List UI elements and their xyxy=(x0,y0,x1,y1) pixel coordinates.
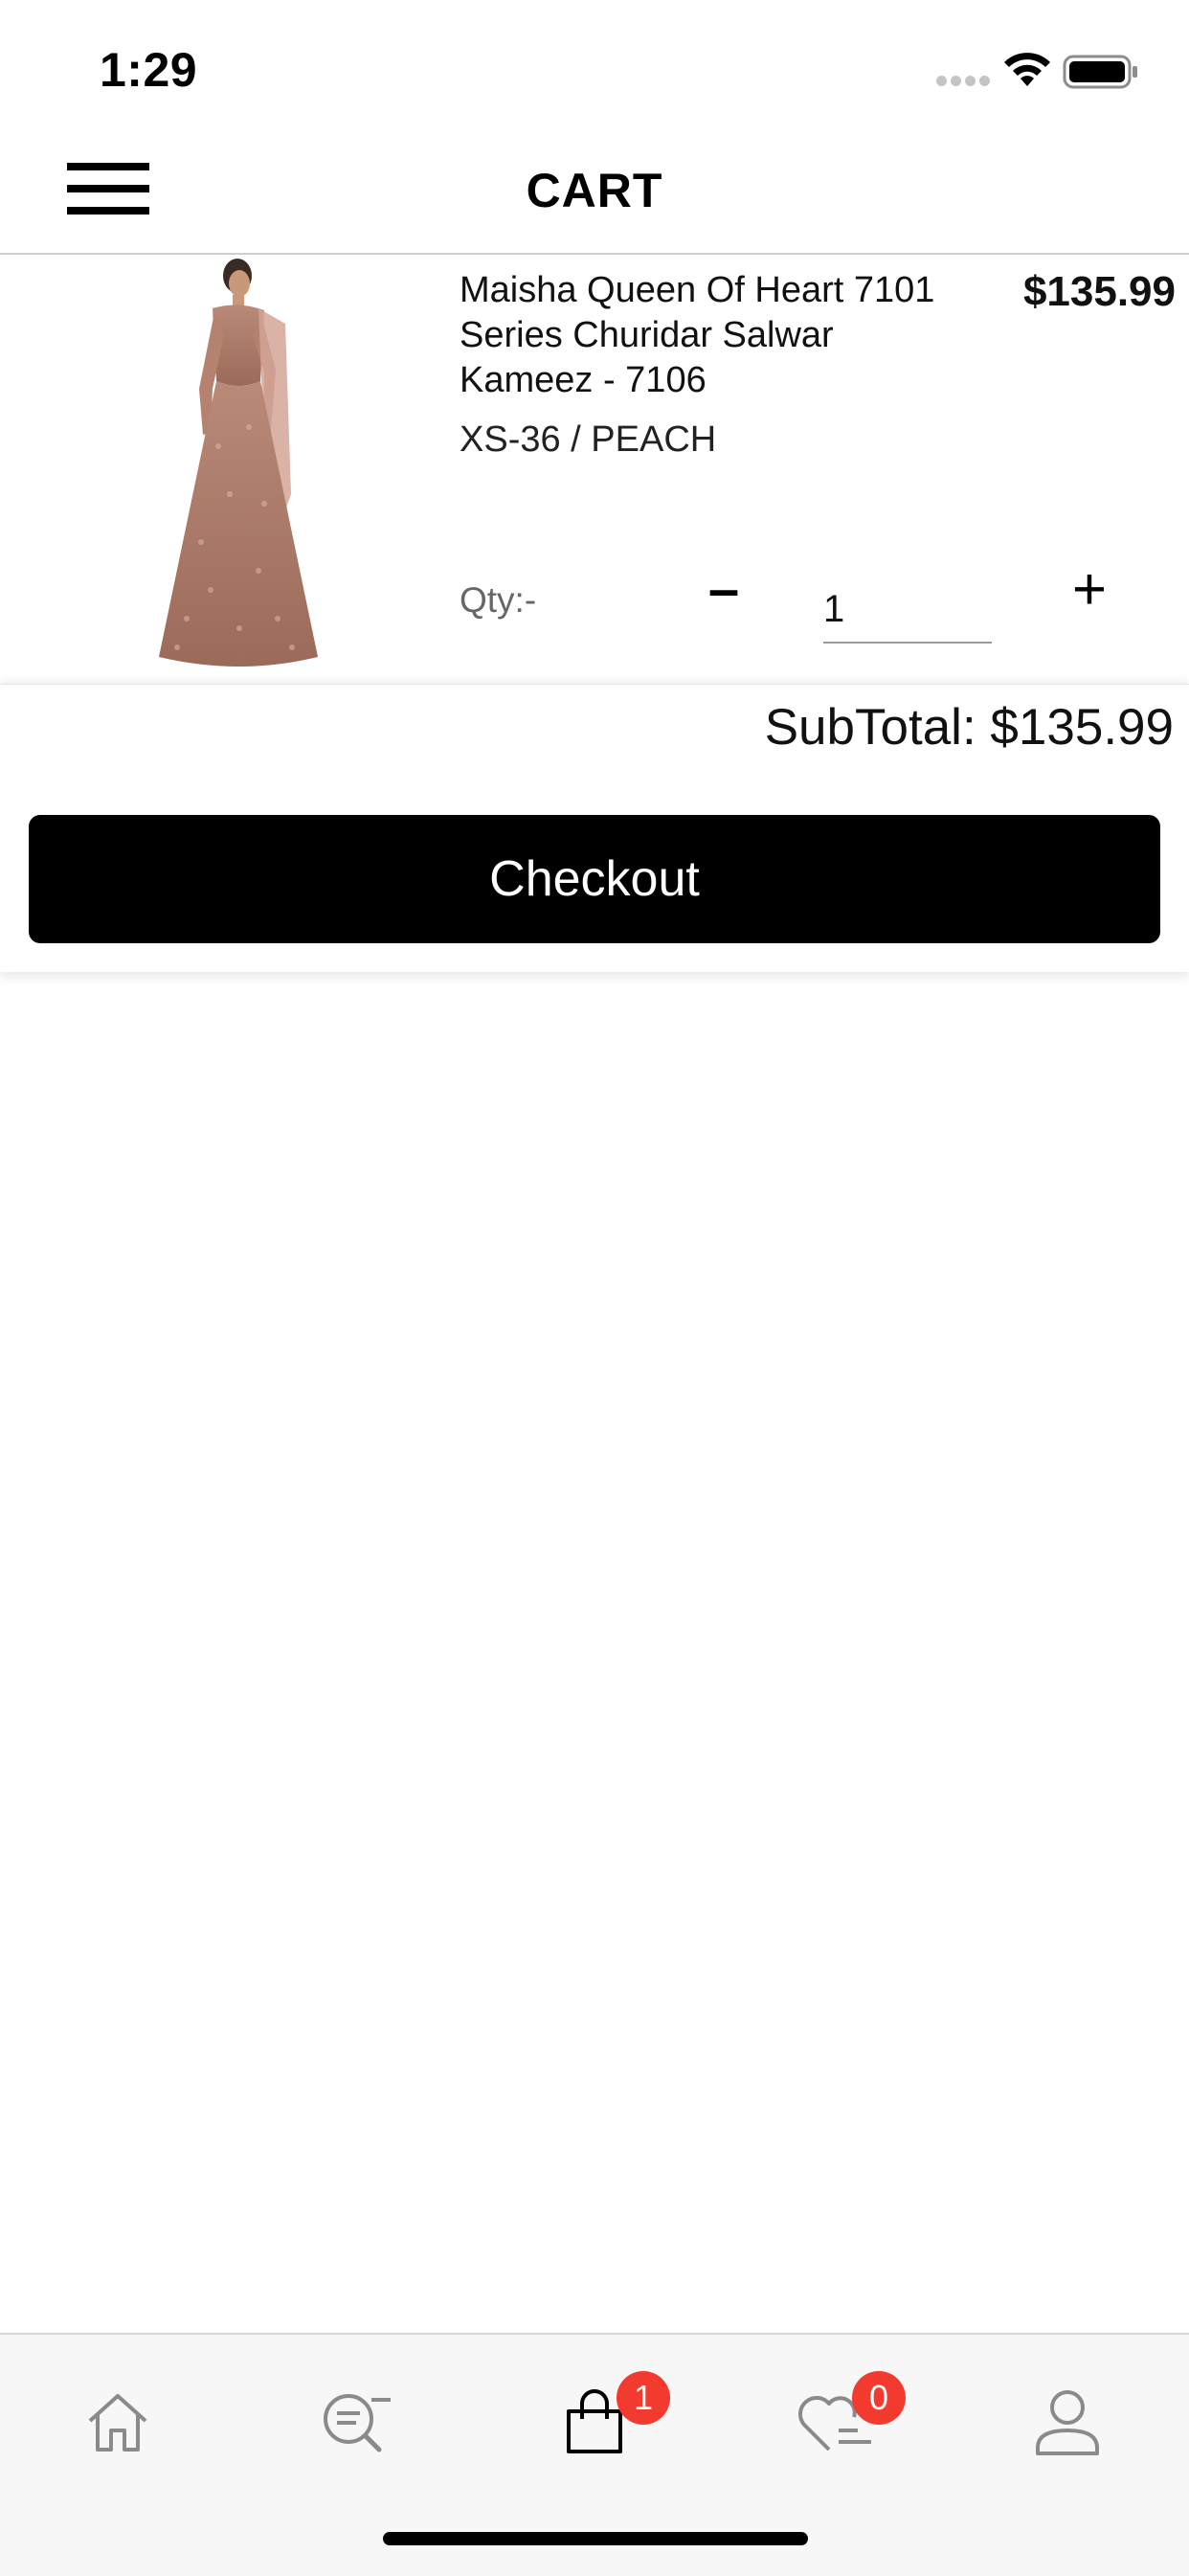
tab-cart[interactable]: 1 xyxy=(542,2371,670,2478)
cart-badge: 1 xyxy=(617,2371,670,2425)
battery-icon xyxy=(1063,55,1137,89)
navigation-bar: CART xyxy=(0,134,1189,255)
search-icon xyxy=(324,2394,391,2452)
subtotal: SubTotal: $135.99 xyxy=(764,699,1174,756)
cart-item: Maisha Queen Of Heart 7101 Series Churid… xyxy=(0,255,1189,682)
product-variant: XS-36 / PEACH xyxy=(460,419,717,460)
user-icon xyxy=(1036,2390,1099,2455)
cellular-signal-icon xyxy=(936,76,992,87)
status-bar: 1:29 xyxy=(0,0,1189,134)
tab-home[interactable] xyxy=(65,2373,170,2478)
decrease-quantity-button[interactable]: – xyxy=(697,562,751,618)
home-indicator xyxy=(383,2532,808,2545)
wifi-icon xyxy=(1004,53,1050,86)
quantity-input[interactable] xyxy=(823,584,992,644)
increase-quantity-button[interactable]: + xyxy=(1063,560,1116,620)
page-title: CART xyxy=(526,164,663,217)
product-price: $135.99 xyxy=(1022,268,1176,315)
tab-search[interactable] xyxy=(301,2373,406,2478)
tab-wishlist[interactable]: 0 xyxy=(777,2371,906,2478)
status-time: 1:29 xyxy=(100,43,198,97)
order-summary: SubTotal: $135.99 Checkout xyxy=(0,684,1189,972)
product-name[interactable]: Maisha Queen Of Heart 7101 Series Churid… xyxy=(460,268,976,403)
checkout-button[interactable]: Checkout xyxy=(29,815,1160,943)
product-dress-image[interactable] xyxy=(96,255,360,676)
home-icon xyxy=(88,2394,147,2452)
quantity-label: Qty:- xyxy=(460,580,537,620)
wishlist-badge: 0 xyxy=(852,2371,906,2425)
tab-account[interactable] xyxy=(1015,2373,1120,2478)
